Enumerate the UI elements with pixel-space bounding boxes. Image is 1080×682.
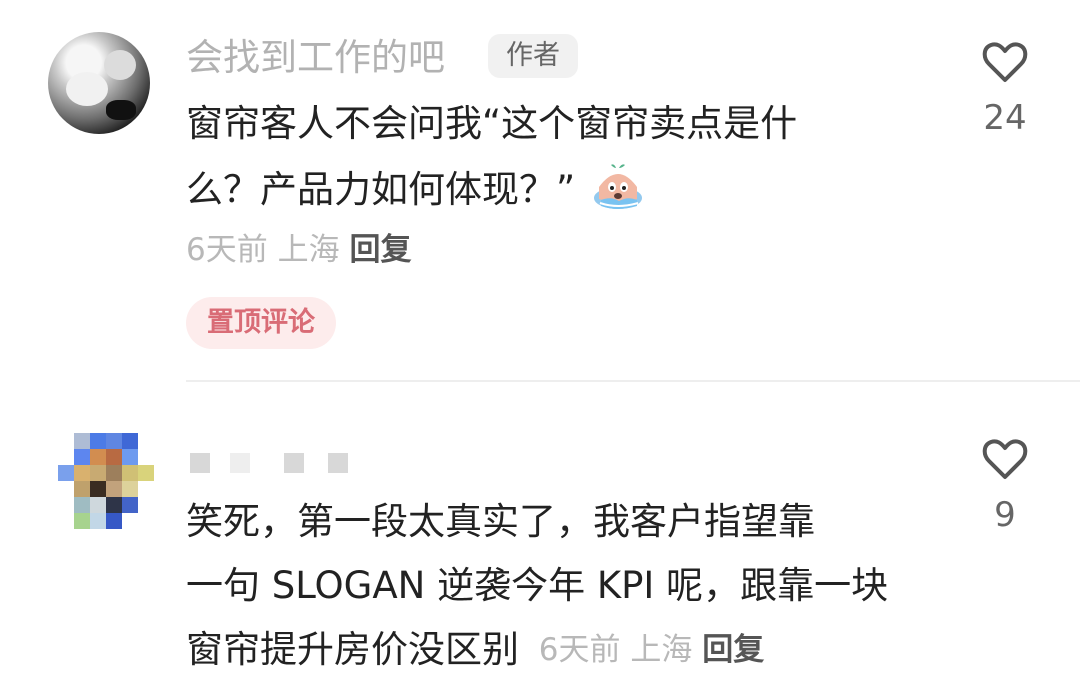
comment-line: 笑死，第一段太真实了，我客户指望靠 (186, 500, 815, 543)
avatar-pixel (74, 513, 90, 529)
avatar-pixel (90, 465, 106, 481)
like-button[interactable]: 9 (965, 437, 1045, 535)
avatar-pixel (122, 433, 138, 449)
avatar-shape (106, 100, 136, 120)
comment-text: 窗帘客人不会问我“这个窗帘卖点是什 么？产品力如何体现？” (186, 92, 797, 222)
like-count: 24 (983, 98, 1027, 138)
location: 上海 (277, 232, 340, 268)
comment-line: 窗帘客人不会问我“这个窗帘卖点是什 (186, 102, 798, 145)
avatar[interactable] (48, 32, 150, 134)
avatar-pixel (122, 513, 138, 529)
avatar-pixel (58, 497, 74, 513)
location: 上海 (630, 632, 693, 668)
comment-divider (186, 380, 1080, 382)
avatar-pixel (90, 497, 106, 513)
reply-button[interactable]: 回复 (349, 232, 411, 268)
comment-line: 窗帘提升房价没区别 6天前 上海 回复 (186, 618, 888, 682)
avatar-pixel (74, 449, 90, 465)
avatar-pixel (106, 481, 122, 497)
avatar-pixel (90, 433, 106, 449)
avatar-pixel (122, 497, 138, 513)
mask-block (284, 453, 304, 473)
avatar-pixel (90, 449, 106, 465)
avatar-pixel (58, 465, 74, 481)
avatar-pixel (106, 449, 122, 465)
avatar-shape (104, 50, 136, 80)
avatar-pixel (138, 433, 154, 449)
crying-emoji-icon (593, 164, 642, 209)
like-button[interactable]: 24 (965, 40, 1045, 138)
avatar-pixel (58, 433, 74, 449)
comment-line-text: 窗帘提升房价没区别 (186, 628, 519, 671)
avatar-pixel (90, 481, 106, 497)
avatar-pixel (138, 465, 154, 481)
avatar-pixel (58, 481, 74, 497)
avatar-pixel (122, 449, 138, 465)
comment-line: 么？产品力如何体现？” (186, 156, 797, 222)
avatar-pixel (58, 449, 74, 465)
timestamp: 6天前 (538, 632, 621, 668)
heart-icon (982, 42, 1028, 82)
avatar-pixel (106, 465, 122, 481)
avatar-pixel (138, 497, 154, 513)
mask-block (328, 453, 348, 473)
comment-meta: 6天前 上海 回复 (186, 232, 411, 268)
avatar-pixel (106, 513, 122, 529)
mask-block (230, 453, 250, 473)
avatar-pixel (74, 433, 90, 449)
avatar-pixel (58, 513, 74, 529)
heart-icon (982, 439, 1028, 479)
avatar-pixel (138, 513, 154, 529)
avatar-shape (66, 72, 108, 106)
avatar-pixel (138, 449, 154, 465)
like-count: 9 (994, 495, 1016, 535)
avatar-pixel (122, 481, 138, 497)
avatar-pixel (122, 465, 138, 481)
username[interactable]: 会找到工作的吧 (186, 38, 445, 78)
timestamp: 6天前 (186, 232, 268, 268)
avatar-pixel (74, 465, 90, 481)
author-badge: 作者 (488, 34, 578, 78)
reply-button[interactable]: 回复 (702, 632, 764, 668)
avatar-pixel (106, 497, 122, 513)
avatar-pixel (74, 497, 90, 513)
avatar-pixel (106, 433, 122, 449)
comment-meta: 6天前 上海 回复 (539, 632, 764, 668)
comment-line: 一句 SLOGAN 逆袭今年 KPI 呢，跟靠一块 (186, 564, 889, 607)
comment-line-text: 么？产品力如何体现？” (186, 168, 576, 211)
avatar[interactable] (58, 433, 154, 529)
comment-text: 笑死，第一段太真实了，我客户指望靠 一句 SLOGAN 逆袭今年 KPI 呢，跟… (186, 490, 888, 682)
pinned-comment-badge: 置顶评论 (186, 297, 336, 349)
mask-block (190, 453, 210, 473)
masked-username[interactable] (186, 453, 366, 475)
avatar-pixel (90, 513, 106, 529)
avatar-pixel (74, 481, 90, 497)
avatar-pixel (138, 481, 154, 497)
